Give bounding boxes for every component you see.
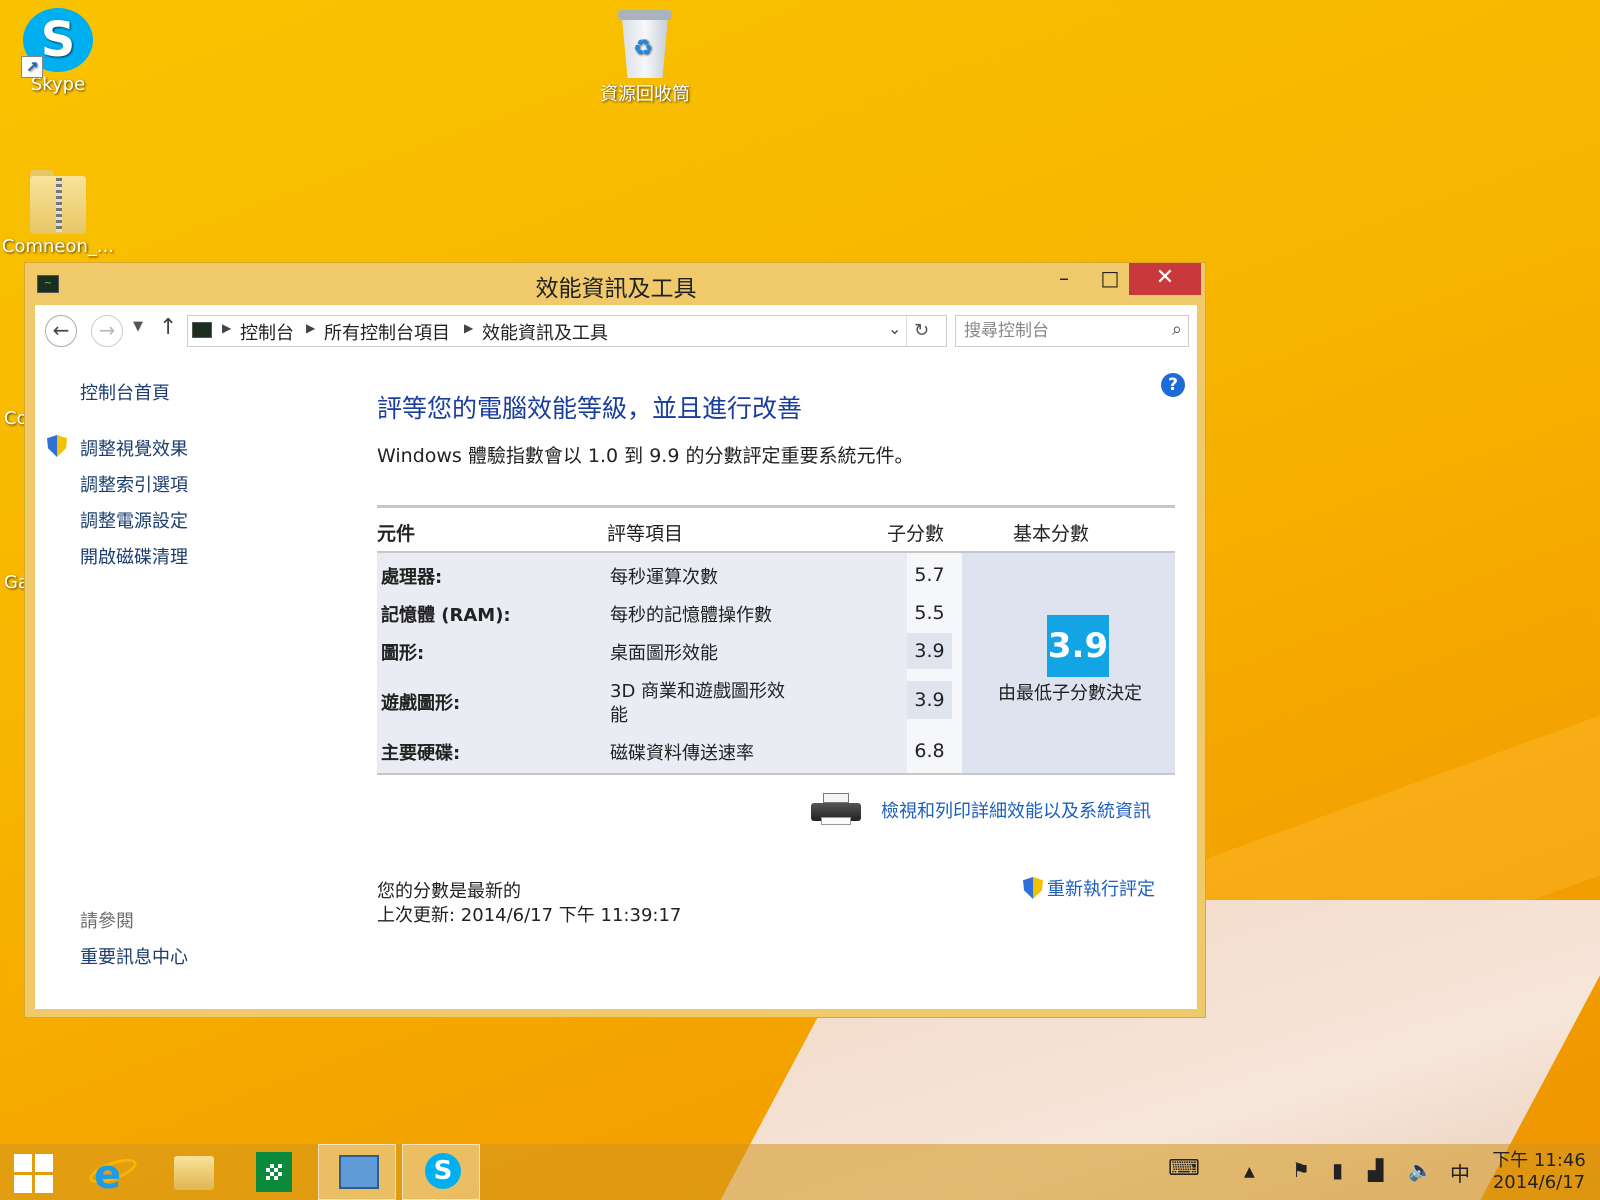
taskbar-store[interactable] [234,1144,312,1200]
chevron-down-icon[interactable]: ⌄ [888,319,901,338]
back-arrow-icon[interactable]: ← [45,315,77,347]
taskbar-performance-tools[interactable] [318,1144,396,1200]
subscore-cell: 3.9 [907,681,952,719]
address-bar[interactable]: ▶ 控制台 ▶ 所有控制台項目 ▶ 效能資訊及工具 ⌄ ↻ [187,315,947,347]
desktop-icon-label: Comneon_... [1,236,115,257]
help-icon[interactable]: ? [1161,373,1185,397]
printer-icon [811,793,861,827]
rated-cell: 磁碟資料傳送速率 [610,743,754,764]
windows-logo-icon [14,1154,54,1194]
network-signal-icon[interactable]: ▟ [1368,1158,1383,1182]
breadcrumb-control-panel[interactable]: 控制台 [240,319,294,345]
see-also-heading: 請參閱 [80,911,134,932]
shortcut-arrow-icon: ↗ [21,56,43,78]
search-icon[interactable]: ⌕ [1172,319,1182,340]
uac-shield-icon [47,435,67,457]
rated-cell: 每秒運算次數 [610,567,718,588]
base-score-note: 由最低子分數決定 [998,683,1142,704]
page-description: Windows 體驗指數會以 1.0 到 9.9 的分數評定重要系統元件。 [377,445,914,467]
column-header-component: 元件 [377,523,416,545]
recent-locations-chevron-icon[interactable]: ▼ [133,319,143,334]
input-method-indicator[interactable]: 中 [1450,1158,1470,1187]
breadcrumb-separator-icon[interactable]: ▶ [464,321,473,335]
up-arrow-icon[interactable]: ↑ [159,315,177,340]
adjust-visual-effects-link[interactable]: 調整視覺效果 [80,435,188,461]
recycle-bin-icon: ♻ [618,8,672,78]
action-center-link[interactable]: 重要訊息中心 [80,943,188,969]
column-header-rated: 評等項目 [607,523,684,545]
control-panel-home-link[interactable]: 控制台首頁 [80,379,170,405]
internet-explorer-icon: e [94,1152,122,1198]
disk-cleanup-link[interactable]: 開啟磁碟清理 [80,543,188,569]
breadcrumb-separator-icon[interactable]: ▶ [222,321,231,335]
component-cell: 主要硬碟: [381,743,461,764]
table-divider [377,505,1175,508]
control-panel-icon [339,1155,379,1189]
desktop-icon-label: 資源回收筒 [600,84,690,105]
taskbar: e S ⌨ ▲ ⚑ ▮ ▟ 🔈 中 下午 11:46 2014/6/17 [0,1144,1600,1200]
adjust-indexing-link[interactable]: 調整索引選項 [80,471,188,497]
search-input[interactable] [964,319,1154,343]
component-cell: 圖形: [381,643,425,664]
performance-window: ~ 效能資訊及工具 – □ ✕ ← → ▼ ↑ ▶ 控制台 ▶ 所有控制台項目 … [24,262,1206,1018]
close-button[interactable]: ✕ [1129,263,1201,295]
skype-icon: S [425,1153,461,1189]
store-icon [256,1152,292,1192]
show-hidden-icons-icon[interactable]: ▲ [1244,1164,1255,1180]
refresh-icon[interactable]: ↻ [906,316,936,346]
system-clock[interactable]: 下午 11:46 2014/6/17 [1484,1150,1594,1194]
column-header-subscore: 子分數 [887,523,945,545]
score-table: 處理器: 每秒運算次數 5.7 記憶體 (RAM): 每秒的記憶體操作數 5.5… [377,553,1175,773]
table-divider [377,773,1175,775]
touch-keyboard-icon[interactable]: ⌨ [1168,1156,1200,1181]
clock-time: 下午 11:46 [1492,1150,1586,1171]
desktop-icon-recycle-bin[interactable]: ♻ 資源回收筒 [585,8,705,106]
desktop-icon-zip-folder[interactable]: Comneon_... [0,170,118,257]
subscore-cell: 5.7 [914,564,945,586]
forward-arrow-icon[interactable]: → [91,315,123,347]
breadcrumb-separator-icon[interactable]: ▶ [306,321,315,335]
rated-cell: 能 [610,705,628,726]
title-bar[interactable]: ~ 效能資訊及工具 – □ ✕ [25,263,1205,305]
breadcrumb-current[interactable]: 效能資訊及工具 [482,319,608,345]
subscore-cell: 5.5 [914,602,945,624]
breadcrumb-all-items[interactable]: 所有控制台項目 [324,319,450,345]
clock-date: 2014/6/17 [1492,1172,1586,1193]
subscore-cell: 3.9 [907,633,952,669]
zip-folder-icon [30,170,86,234]
window-client-area: ← → ▼ ↑ ▶ 控制台 ▶ 所有控制台項目 ▶ 效能資訊及工具 ⌄ ↻ ⌕ … [35,305,1197,1009]
desktop-icon-label: Skype [30,74,86,95]
rerun-assessment-link[interactable]: 重新執行評定 [1047,875,1155,901]
start-button[interactable] [0,1144,78,1200]
score-status: 您的分數是最新的 [377,881,521,902]
volume-icon[interactable]: 🔈 [1408,1158,1433,1182]
minimize-button[interactable]: – [1041,263,1087,295]
action-center-flag-icon[interactable]: ⚑ [1292,1158,1310,1182]
rated-cell: 桌面圖形效能 [610,643,718,664]
file-explorer-icon [174,1156,214,1190]
control-panel-icon [192,322,212,338]
window-title: 效能資訊及工具 [535,276,697,302]
view-print-details-link[interactable]: 檢視和列印詳細效能以及系統資訊 [881,797,1151,823]
page-title: 評等您的電腦效能等級，並且進行改善 [377,394,803,423]
skype-icon: S ↗ [21,8,93,78]
base-score-badge: 3.9 [1047,615,1109,677]
subscore-cell: 6.8 [914,740,945,762]
maximize-button[interactable]: □ [1087,263,1133,295]
component-cell: 處理器: [381,567,443,588]
desktop-icon-skype[interactable]: S ↗ Skype [0,8,118,95]
column-header-base: 基本分數 [1013,523,1090,545]
search-box[interactable]: ⌕ [955,315,1189,347]
adjust-power-link[interactable]: 調整電源設定 [80,507,188,533]
uac-shield-icon [1023,877,1043,899]
component-cell: 遊戲圖形: [381,693,461,714]
taskbar-file-explorer[interactable] [154,1144,232,1200]
rated-cell: 每秒的記憶體操作數 [610,605,772,626]
rated-cell: 3D 商業和遊戲圖形效 [610,681,786,702]
component-cell: 記憶體 (RAM): [381,605,511,626]
taskbar-internet-explorer[interactable]: e [74,1144,152,1200]
last-update: 上次更新: 2014/6/17 下午 11:39:17 [377,905,682,926]
power-icon[interactable]: ▮ [1332,1158,1343,1182]
taskbar-skype[interactable]: S [402,1144,480,1200]
